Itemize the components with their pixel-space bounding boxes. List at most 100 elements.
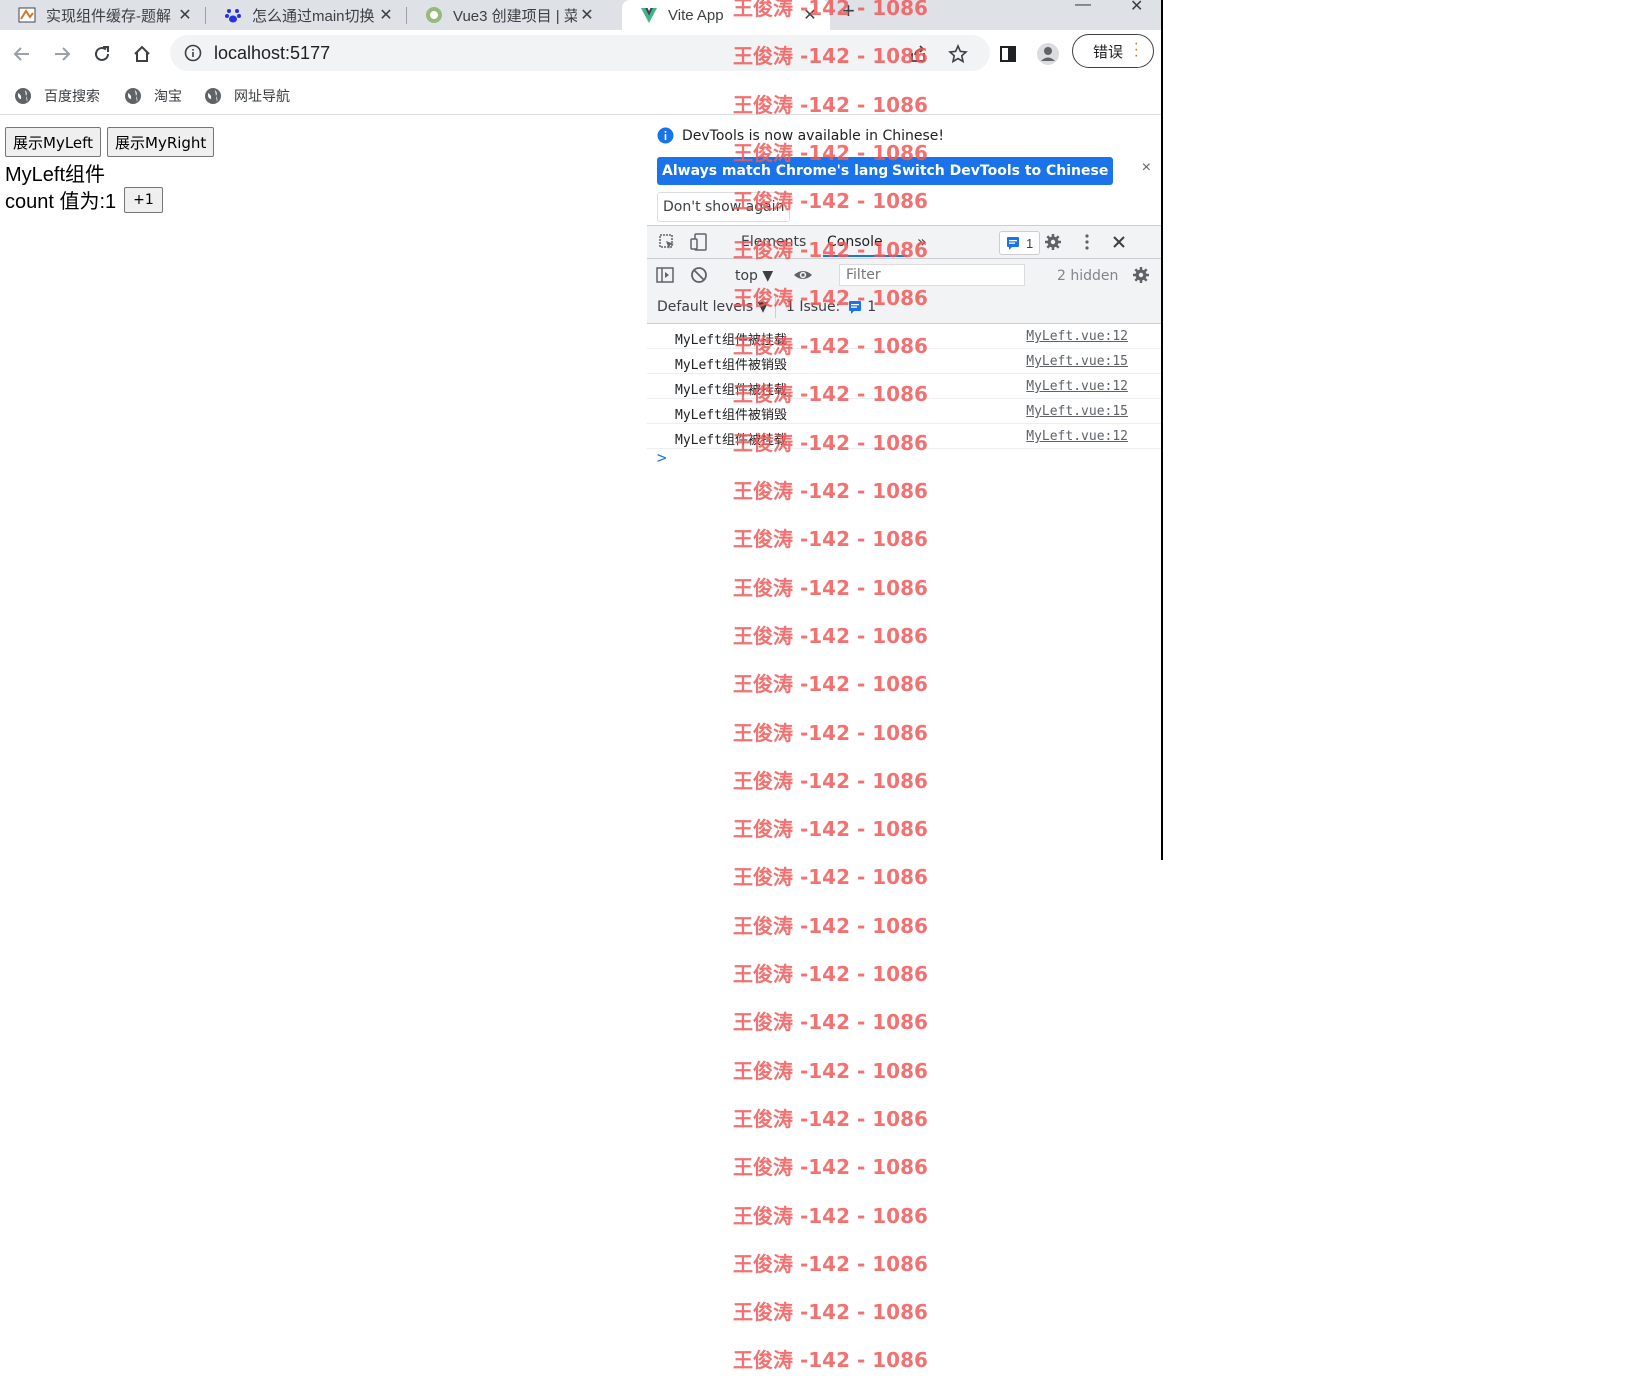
message-text: MyLeft组件被销毁 — [675, 408, 787, 423]
profile-error-label: 错误 — [1093, 43, 1124, 61]
filter-input[interactable] — [839, 264, 1025, 286]
message-icon — [1007, 237, 1019, 250]
close-tab-icon[interactable]: ✕ — [577, 5, 597, 25]
console-toolbar: top ▼ 2 hidden — [647, 259, 1161, 291]
bookmark-item[interactable]: 百度搜索 — [14, 86, 100, 106]
menu-dots-icon: · · · — [1133, 35, 1139, 64]
message-icon — [849, 301, 862, 314]
language-banner: DevTools is now available in Chinese! Al… — [647, 115, 1161, 226]
dont-show-again-button[interactable]: Don't show again — [657, 192, 791, 222]
side-panel-icon[interactable] — [996, 42, 1020, 66]
minimize-icon[interactable]: — — [1075, 0, 1091, 14]
clear-console-icon[interactable] — [689, 265, 709, 285]
settings-gear-icon[interactable] — [1043, 232, 1063, 252]
banner-message: DevTools is now available in Chinese! — [682, 127, 944, 144]
source-link[interactable]: MyLeft.vue:15 — [1026, 354, 1128, 369]
increment-button[interactable]: +1 — [124, 186, 163, 213]
bookmark-label: 网址导航 — [234, 88, 290, 104]
console-prompt[interactable]: > — [657, 448, 667, 467]
watermark-text: 王俊涛 -142 - 1086 — [733, 1300, 928, 1325]
console-message: MyLeft组件被销毁 MyLeft.vue:15 — [647, 399, 1161, 424]
info-icon — [657, 127, 674, 144]
console-settings-gear-icon[interactable] — [1131, 265, 1151, 285]
reload-icon[interactable] — [90, 42, 114, 66]
close-devtools-icon[interactable] — [1109, 232, 1129, 252]
context-select[interactable]: top ▼ — [735, 268, 773, 284]
tab-strip: 实现组件缓存-题解 ✕ 怎么通过main切换 ✕ Vue3 创建项目 | 菜 ✕… — [0, 0, 1161, 30]
source-link[interactable]: MyLeft.vue:15 — [1026, 404, 1128, 419]
tab-component-cache[interactable]: 实现组件缓存-题解 ✕ — [0, 0, 205, 30]
address-bar[interactable]: localhost:5177 — [170, 35, 990, 71]
close-window-icon[interactable]: ✕ — [1130, 0, 1143, 16]
tab-vite-app[interactable]: Vite App ✕ — [622, 0, 830, 30]
close-tab-icon[interactable]: ✕ — [175, 5, 195, 25]
tab-title: Vite App — [668, 6, 724, 24]
new-tab-button[interactable]: + — [842, 0, 855, 22]
more-tabs-icon[interactable]: » — [917, 232, 927, 251]
console-message: MyLeft组件被销毁 MyLeft.vue:15 — [647, 349, 1161, 374]
forward-icon[interactable] — [50, 42, 74, 66]
live-expression-eye-icon[interactable] — [793, 265, 813, 285]
toolbar: localhost:5177 错误 · · · — [0, 30, 1161, 78]
share-icon[interactable] — [906, 42, 930, 66]
device-toggle-icon[interactable] — [689, 232, 709, 252]
sidebar-toggle-icon[interactable] — [655, 265, 675, 285]
url-text[interactable]: localhost:5177 — [214, 43, 330, 64]
profile-error-button[interactable]: 错误 · · · — [1072, 34, 1154, 68]
watermark-text: 王俊涛 -142 - 1086 — [733, 1058, 928, 1083]
switch-chinese-button[interactable]: Switch DevTools to Chinese — [887, 157, 1114, 185]
console-message: MyLeft组件被挂载 MyLeft.vue:12 — [647, 324, 1161, 349]
message-text: MyLeft组件被挂载 — [675, 383, 787, 398]
back-icon[interactable] — [10, 42, 34, 66]
bookmark-star-icon[interactable] — [946, 42, 970, 66]
issue-counter[interactable]: 1 Issue: 1 — [775, 296, 886, 318]
issue-count: 1 — [867, 299, 877, 315]
watermark-text: 王俊涛 -142 - 1086 — [733, 1251, 928, 1276]
levels-toolbar: Default levels ▼ 1 Issue: 1 — [647, 291, 1161, 324]
bookmark-item[interactable]: 网址导航 — [204, 86, 290, 106]
browser-window: 实现组件缓存-题解 ✕ 怎么通过main切换 ✕ Vue3 创建项目 | 菜 ✕… — [0, 0, 1163, 860]
profile-avatar-icon[interactable] — [1036, 42, 1060, 66]
watermark-text: 王俊涛 -142 - 1086 — [733, 1010, 928, 1035]
count-row: count 值为:1 +1 — [5, 185, 163, 214]
show-myleft-button[interactable]: 展示MyLeft — [5, 127, 102, 157]
source-link[interactable]: MyLeft.vue:12 — [1026, 329, 1128, 344]
issues-badge[interactable]: 1 — [999, 231, 1041, 255]
close-tab-icon[interactable]: ✕ — [800, 5, 820, 25]
home-icon[interactable] — [130, 42, 154, 66]
message-text: MyLeft组件被挂载 — [675, 433, 787, 448]
site-info-icon[interactable] — [184, 44, 202, 62]
console-message: MyLeft组件被挂载 MyLeft.vue:12 — [647, 424, 1161, 449]
close-icon[interactable]: × — [1142, 159, 1151, 177]
devtools-panel: DevTools is now available in Chinese! Al… — [647, 115, 1161, 860]
show-myright-button[interactable]: 展示MyRight — [107, 127, 215, 157]
runoob-icon — [425, 6, 443, 24]
close-tab-icon[interactable]: ✕ — [376, 5, 396, 25]
console-messages: MyLeft组件被挂载 MyLeft.vue:12 MyLeft组件被销毁 My… — [647, 324, 1161, 467]
inspect-icon[interactable] — [657, 232, 677, 252]
banner-message-row: DevTools is now available in Chinese! — [657, 127, 944, 144]
watermark-text: 王俊涛 -142 - 1086 — [733, 962, 928, 986]
bookmark-label: 淘宝 — [154, 88, 182, 104]
bookmark-item[interactable]: 淘宝 — [124, 86, 182, 106]
component-title: MyLeft组件 — [5, 164, 106, 186]
globe-icon — [125, 88, 141, 104]
watermark-text: 王俊涛 -142 - 1086 — [733, 1348, 928, 1373]
scratch-icon — [18, 6, 36, 24]
source-link[interactable]: MyLeft.vue:12 — [1026, 429, 1128, 444]
tab-console[interactable]: Console — [827, 234, 883, 250]
default-levels-select[interactable]: Default levels ▼ — [657, 299, 768, 315]
bookmarks-bar: 百度搜索 淘宝 网址导航 — [0, 78, 1161, 115]
tab-elements[interactable]: Elements — [741, 234, 806, 250]
count-text: count 值为:1 — [5, 191, 117, 213]
source-link[interactable]: MyLeft.vue:12 — [1026, 379, 1128, 394]
tab-main-switch[interactable]: 怎么通过main切换 ✕ — [206, 0, 406, 30]
hidden-count: 2 hidden — [1057, 268, 1119, 284]
tab-title: 怎么通过main切换 — [252, 7, 375, 25]
tab-vue3-create[interactable]: Vue3 创建项目 | 菜 ✕ — [407, 0, 607, 30]
globe-icon — [205, 88, 221, 104]
watermark-text: 王俊涛 -142 - 1086 — [733, 1106, 928, 1131]
more-options-icon[interactable] — [1077, 232, 1097, 252]
globe-icon — [15, 88, 31, 104]
page-content: 展示MyLeft 展示MyRight MyLeft组件 count 值为:1 +… — [0, 115, 646, 860]
